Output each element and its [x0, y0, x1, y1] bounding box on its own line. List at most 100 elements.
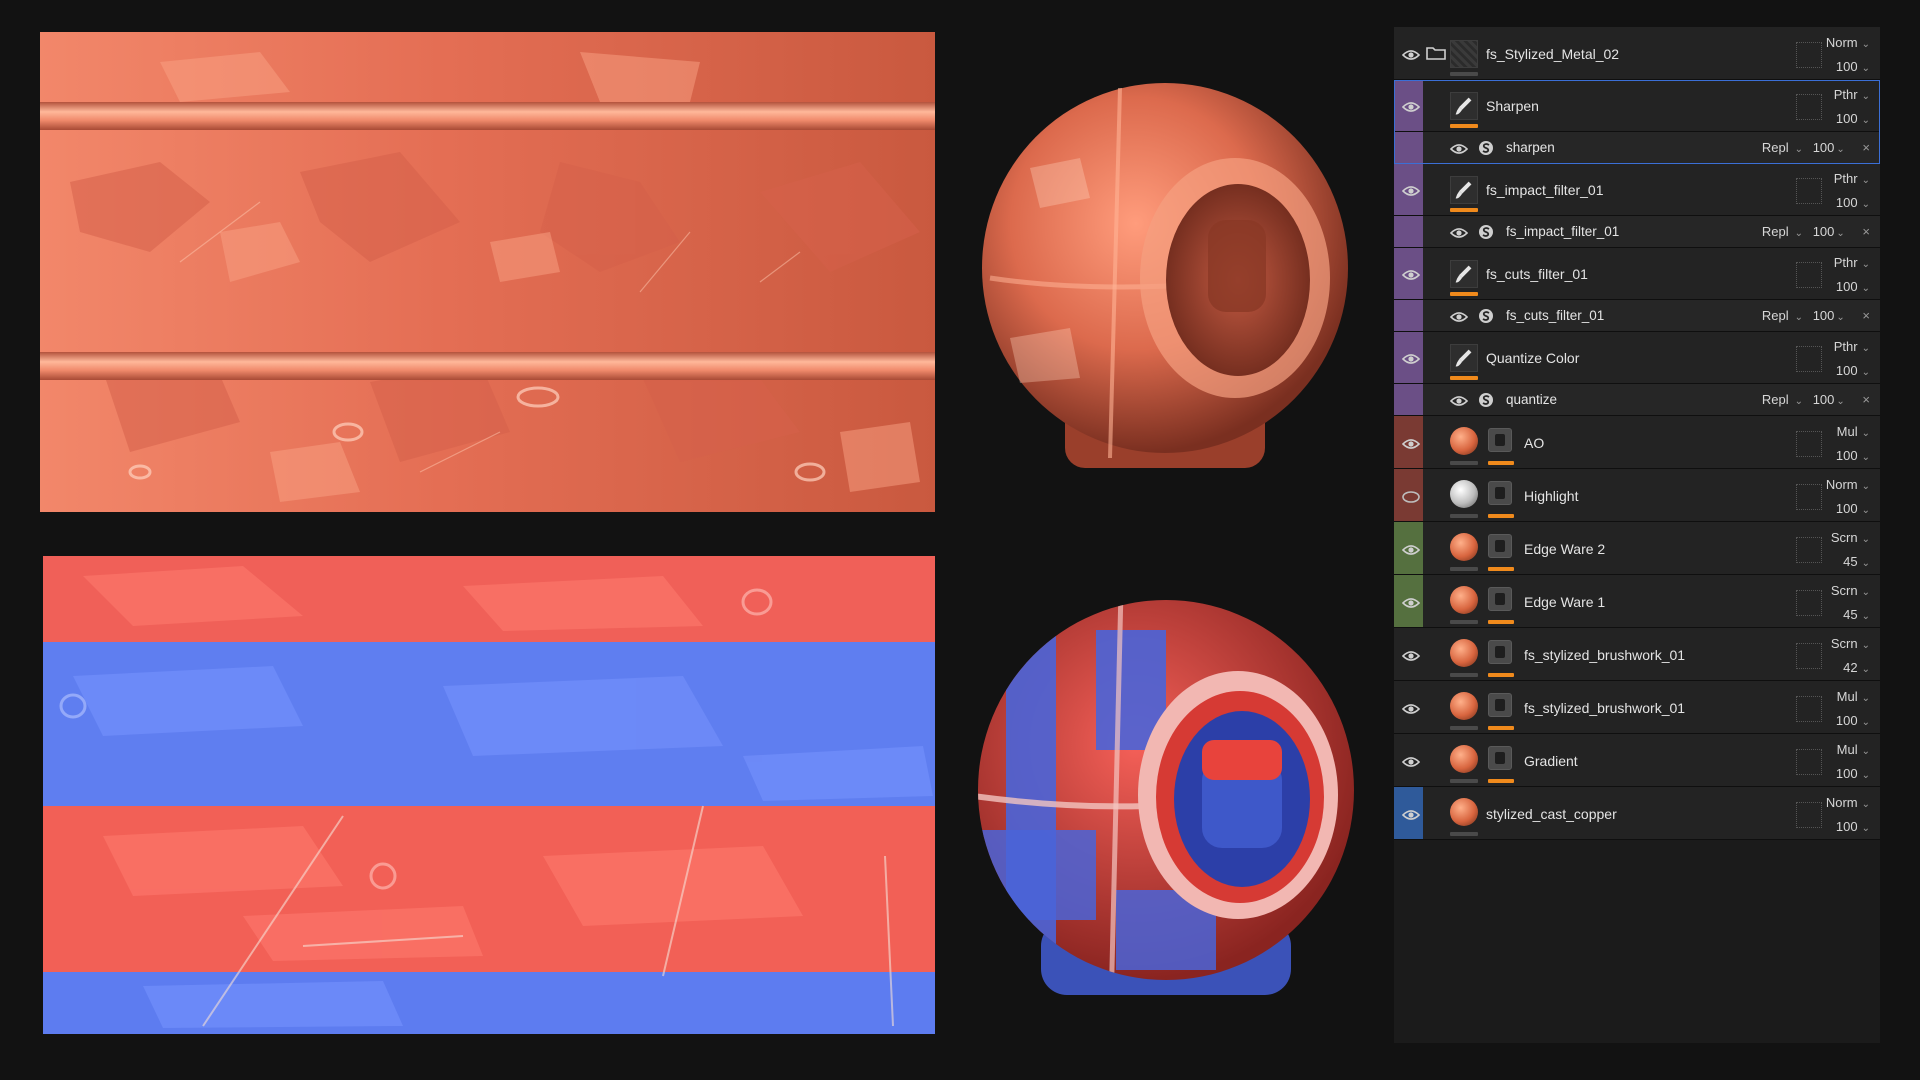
- mask-icon[interactable]: [1488, 746, 1512, 770]
- layer-row[interactable]: Edge Ware 2 Scrn ⌄ 45 ⌄: [1394, 522, 1880, 575]
- blend-mode-dropdown[interactable]: Norm ⌄: [1826, 795, 1870, 810]
- layer-row[interactable]: stylized_cast_copper Norm ⌄ 100 ⌄: [1394, 787, 1880, 840]
- eye-icon[interactable]: [1449, 142, 1469, 154]
- chevron-down-icon[interactable]: ⌄: [1795, 396, 1803, 407]
- eye-icon[interactable]: [1401, 352, 1421, 364]
- eye-icon[interactable]: [1401, 649, 1421, 661]
- eye-icon[interactable]: [1401, 702, 1421, 714]
- layer-mask-slot[interactable]: [1796, 696, 1822, 722]
- blend-mode-dropdown[interactable]: Scrn ⌄: [1831, 583, 1870, 598]
- chevron-down-icon[interactable]: ⌄: [1836, 312, 1844, 323]
- chevron-down-icon[interactable]: ⌄: [1836, 396, 1844, 407]
- layer-mask-slot[interactable]: [1796, 802, 1822, 828]
- opacity-dropdown[interactable]: 100 ⌄: [1836, 766, 1870, 781]
- mask-icon[interactable]: [1488, 534, 1512, 558]
- layer-row[interactable]: fs_Stylized_Metal_02 Norm ⌄ 100 ⌄: [1394, 27, 1880, 80]
- blend-mode-dropdown[interactable]: Pthr ⌄: [1834, 255, 1870, 270]
- layer-row[interactable]: AO Mul ⌄ 100 ⌄: [1394, 416, 1880, 469]
- close-icon[interactable]: ×: [1862, 140, 1870, 155]
- filter-effect-row[interactable]: fs_cuts_filter_01 Repl ⌄ 100 ⌄ ×: [1394, 300, 1880, 332]
- chevron-down-icon[interactable]: ⌄: [1836, 144, 1844, 155]
- mask-icon[interactable]: [1488, 640, 1512, 664]
- blend-mode-dropdown[interactable]: Norm ⌄: [1826, 35, 1870, 50]
- opacity-dropdown[interactable]: 100 ⌄: [1836, 195, 1870, 210]
- eye-icon[interactable]: [1401, 755, 1421, 767]
- layer-row[interactable]: fs_impact_filter_01 Pthr ⌄ 100 ⌄: [1394, 164, 1880, 216]
- blend-mode-dropdown[interactable]: Scrn ⌄: [1831, 530, 1870, 545]
- filter-effect-row[interactable]: quantize Repl ⌄ 100 ⌄ ×: [1394, 384, 1880, 416]
- blend-mode-dropdown[interactable]: Pthr ⌄: [1834, 339, 1870, 354]
- blend-mode-dropdown[interactable]: Mul ⌄: [1837, 689, 1870, 704]
- layer-row[interactable]: fs_stylized_brushwork_01 Mul ⌄ 100 ⌄: [1394, 681, 1880, 734]
- layer-row[interactable]: Highlight Norm ⌄ 100 ⌄: [1394, 469, 1880, 522]
- close-icon[interactable]: ×: [1862, 392, 1870, 407]
- mask-icon[interactable]: [1488, 587, 1512, 611]
- blend-mode-dropdown[interactable]: Scrn ⌄: [1831, 636, 1870, 651]
- opacity-dropdown[interactable]: 100 ⌄: [1836, 59, 1870, 74]
- filter-opacity-dropdown[interactable]: 100: [1813, 140, 1835, 155]
- layer-row[interactable]: Sharpen Pthr ⌄ 100 ⌄: [1394, 80, 1880, 132]
- filter-effect-row[interactable]: fs_impact_filter_01 Repl ⌄ 100 ⌄ ×: [1394, 216, 1880, 248]
- opacity-dropdown[interactable]: 100 ⌄: [1836, 111, 1870, 126]
- filter-blend-dropdown[interactable]: Repl: [1762, 392, 1789, 407]
- eye-icon[interactable]: [1401, 184, 1421, 196]
- filter-controls[interactable]: Repl ⌄ 100 ⌄ ×: [1756, 140, 1870, 155]
- eye-icon[interactable]: [1401, 100, 1421, 112]
- filter-controls[interactable]: Repl ⌄ 100 ⌄ ×: [1756, 392, 1870, 407]
- eye-icon[interactable]: [1401, 48, 1421, 60]
- mask-icon[interactable]: [1488, 693, 1512, 717]
- opacity-dropdown[interactable]: 100 ⌄: [1836, 713, 1870, 728]
- filter-effect-row[interactable]: sharpen Repl ⌄ 100 ⌄ ×: [1394, 132, 1880, 164]
- opacity-dropdown[interactable]: 45 ⌄: [1843, 607, 1870, 622]
- mask-icon[interactable]: [1488, 481, 1512, 505]
- eye-icon[interactable]: [1401, 543, 1421, 555]
- chevron-down-icon[interactable]: ⌄: [1795, 144, 1803, 155]
- eye-icon[interactable]: [1449, 226, 1469, 238]
- opacity-dropdown[interactable]: 100 ⌄: [1836, 819, 1870, 834]
- layer-mask-slot[interactable]: [1796, 94, 1822, 120]
- layer-row[interactable]: fs_cuts_filter_01 Pthr ⌄ 100 ⌄: [1394, 248, 1880, 300]
- blend-mode-dropdown[interactable]: Pthr ⌄: [1834, 171, 1870, 186]
- eye-icon[interactable]: [1449, 394, 1469, 406]
- opacity-dropdown[interactable]: 45 ⌄: [1843, 554, 1870, 569]
- chevron-down-icon[interactable]: ⌄: [1795, 312, 1803, 323]
- eye-icon[interactable]: [1401, 596, 1421, 608]
- filter-blend-dropdown[interactable]: Repl: [1762, 140, 1789, 155]
- blend-mode-dropdown[interactable]: Pthr ⌄: [1834, 87, 1870, 102]
- layer-mask-slot[interactable]: [1796, 643, 1822, 669]
- eye-icon[interactable]: [1401, 268, 1421, 280]
- blend-mode-dropdown[interactable]: Norm ⌄: [1826, 477, 1870, 492]
- eye-icon[interactable]: [1449, 310, 1469, 322]
- blend-mode-dropdown[interactable]: Mul ⌄: [1837, 742, 1870, 757]
- layer-mask-slot[interactable]: [1796, 749, 1822, 775]
- layer-mask-slot[interactable]: [1796, 484, 1822, 510]
- layer-mask-slot[interactable]: [1796, 431, 1822, 457]
- opacity-dropdown[interactable]: 100 ⌄: [1836, 363, 1870, 378]
- layer-mask-slot[interactable]: [1796, 178, 1822, 204]
- filter-blend-dropdown[interactable]: Repl: [1762, 308, 1789, 323]
- layer-mask-slot[interactable]: [1796, 262, 1822, 288]
- chevron-down-icon[interactable]: ⌄: [1795, 228, 1803, 239]
- layer-row[interactable]: Gradient Mul ⌄ 100 ⌄: [1394, 734, 1880, 787]
- layer-row[interactable]: fs_stylized_brushwork_01 Scrn ⌄ 42 ⌄: [1394, 628, 1880, 681]
- chevron-down-icon[interactable]: ⌄: [1836, 228, 1844, 239]
- opacity-dropdown[interactable]: 100 ⌄: [1836, 279, 1870, 294]
- filter-opacity-dropdown[interactable]: 100: [1813, 308, 1835, 323]
- close-icon[interactable]: ×: [1862, 308, 1870, 323]
- opacity-dropdown[interactable]: 100 ⌄: [1836, 501, 1870, 516]
- eye-icon[interactable]: [1402, 490, 1420, 503]
- close-icon[interactable]: ×: [1862, 224, 1870, 239]
- opacity-dropdown[interactable]: 42 ⌄: [1843, 660, 1870, 675]
- layer-mask-slot[interactable]: [1796, 42, 1822, 68]
- filter-controls[interactable]: Repl ⌄ 100 ⌄ ×: [1756, 224, 1870, 239]
- eye-icon[interactable]: [1401, 808, 1421, 820]
- eye-icon[interactable]: [1401, 437, 1421, 449]
- layer-mask-slot[interactable]: [1796, 537, 1822, 563]
- filter-opacity-dropdown[interactable]: 100: [1813, 224, 1835, 239]
- layer-row[interactable]: Quantize Color Pthr ⌄ 100 ⌄: [1394, 332, 1880, 384]
- filter-blend-dropdown[interactable]: Repl: [1762, 224, 1789, 239]
- filter-opacity-dropdown[interactable]: 100: [1813, 392, 1835, 407]
- opacity-dropdown[interactable]: 100 ⌄: [1836, 448, 1870, 463]
- layer-mask-slot[interactable]: [1796, 590, 1822, 616]
- filter-controls[interactable]: Repl ⌄ 100 ⌄ ×: [1756, 308, 1870, 323]
